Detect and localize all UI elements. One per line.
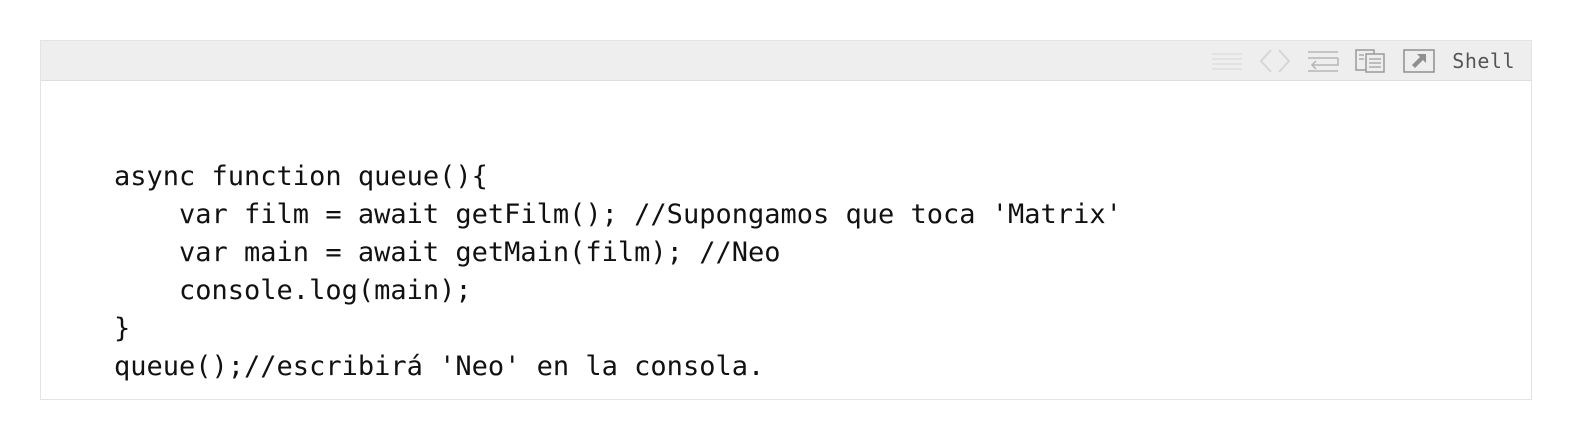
open-new-window-icon (1402, 48, 1436, 74)
toolbar-tools: Shell (1196, 41, 1515, 81)
language-label: Shell (1452, 49, 1515, 73)
view-source-button[interactable] (1210, 41, 1244, 81)
code-line: queue();//escribirá 'Neo' en la consola. (114, 351, 765, 382)
code-area[interactable]: async function queue(){ var film = await… (41, 81, 1531, 399)
code-line: var main = await getMain(film); //Neo (114, 237, 781, 268)
code-line: console.log(main); (114, 275, 472, 306)
copy-icon (1354, 48, 1388, 74)
wrap-lines-button[interactable] (1306, 41, 1340, 81)
open-new-window-button[interactable] (1402, 41, 1436, 81)
code-content[interactable]: async function queue(){ var film = await… (114, 158, 1122, 386)
code-toolbar: Shell (41, 41, 1531, 81)
code-line: async function queue(){ (114, 161, 488, 192)
code-line: } (114, 313, 131, 344)
view-source-icon (1210, 49, 1244, 73)
code-block: Shell async function queue(){ var film =… (40, 40, 1532, 400)
copy-button[interactable] (1354, 41, 1388, 81)
toggle-code-button[interactable] (1258, 41, 1292, 81)
code-line: var film = await getFilm(); //Supongamos… (114, 199, 1122, 230)
code-brackets-icon (1258, 47, 1292, 75)
wrap-lines-icon (1306, 48, 1340, 74)
